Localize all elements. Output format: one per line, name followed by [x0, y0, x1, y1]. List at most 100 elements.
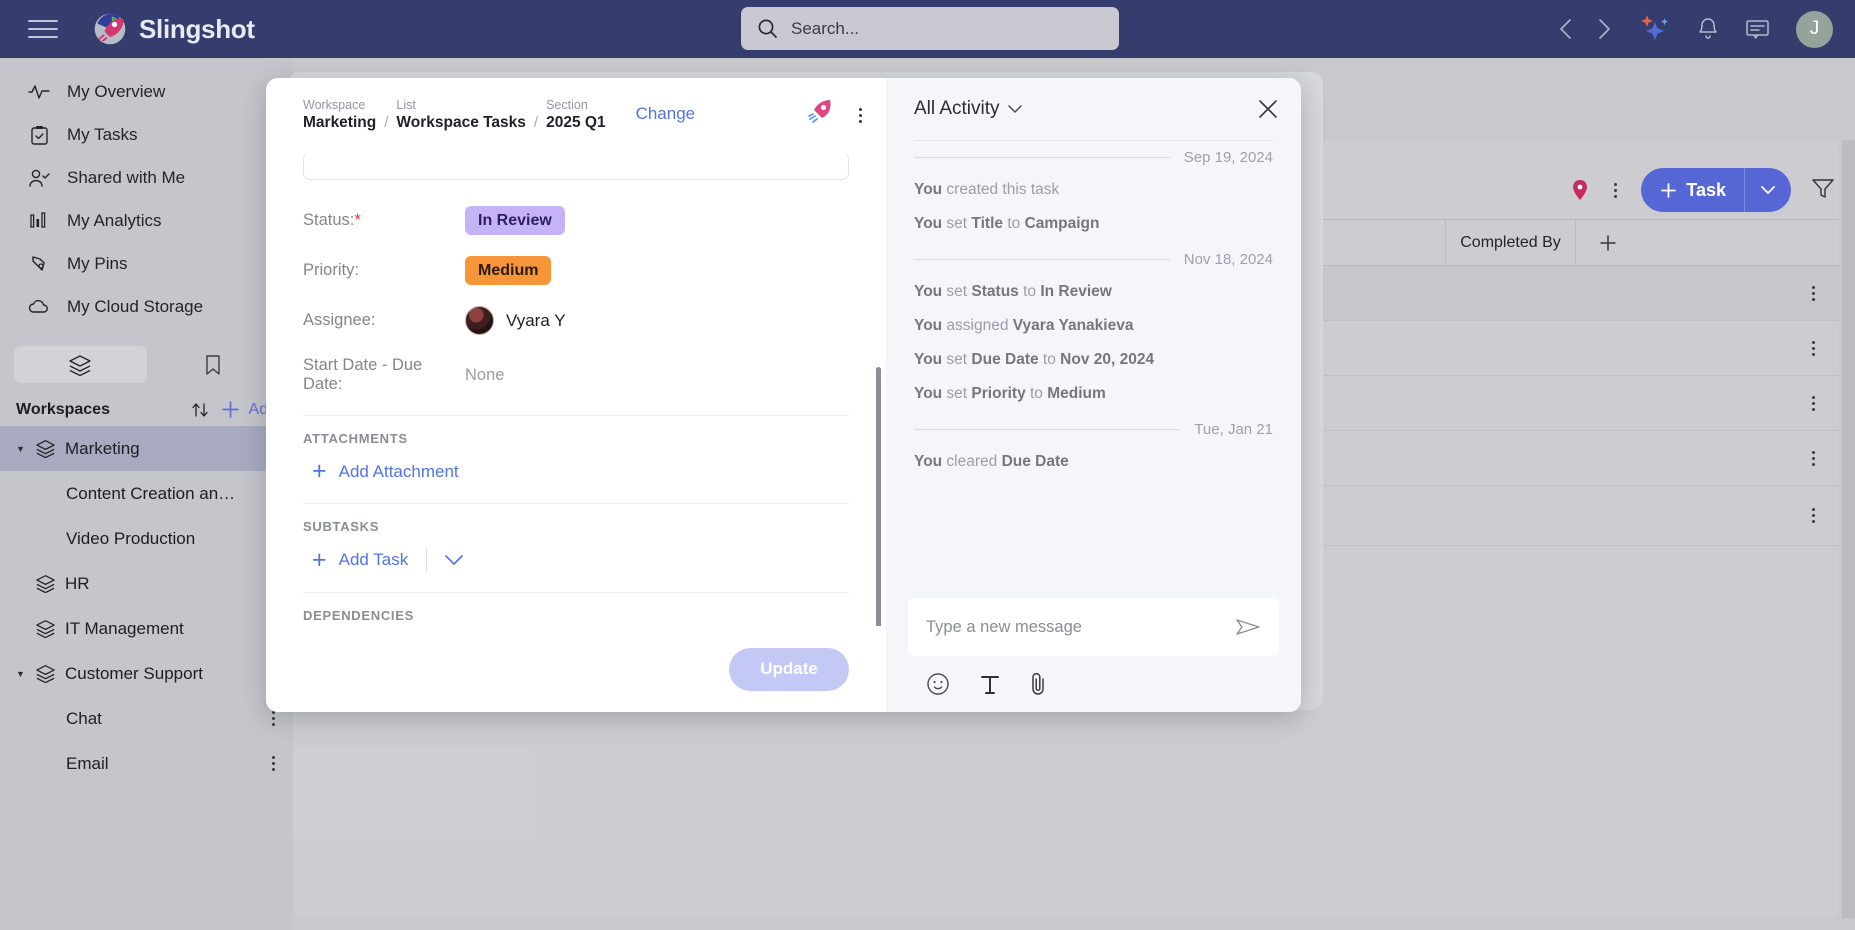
priority-badge[interactable]: Medium [465, 256, 552, 285]
sidebar-item-shared-with-me[interactable]: Shared with Me [0, 156, 293, 199]
breadcrumb-section[interactable]: Section 2025 Q1 [546, 98, 605, 132]
section-title: SUBTASKS [303, 519, 380, 534]
sidebar-item-marketing[interactable]: ▼ Marketing [0, 426, 293, 471]
dates-label: Start Date - Due Date: [303, 356, 423, 393]
ai-sparkle-icon[interactable] [1637, 14, 1671, 44]
message-placeholder[interactable]: Type a new message [926, 618, 1235, 637]
chevron-down-icon [1007, 104, 1022, 113]
workspace-label: Customer Support [65, 663, 203, 683]
assignee-label: Assignee: [303, 311, 376, 329]
pin-marker-icon[interactable] [1570, 179, 1590, 201]
workspace-label: IT Management [65, 618, 184, 638]
activity-date: Nov 18, 2024 [1183, 250, 1273, 268]
sidebar-item-it-management[interactable]: IT Management [0, 606, 293, 651]
bar-chart-icon [28, 211, 50, 230]
sidebar-item-my-tasks[interactable]: My Tasks [0, 113, 293, 156]
hamburger-icon[interactable] [28, 14, 58, 44]
sidebar-item-my-overview[interactable]: My Overview [0, 70, 293, 113]
row-more-icon[interactable] [1808, 392, 1819, 415]
assignee-name: Vyara Y [506, 310, 566, 330]
sidebar-item-chat[interactable]: Chat [0, 696, 293, 741]
list-label: Chat [66, 708, 102, 728]
bell-icon[interactable] [1697, 17, 1719, 41]
activity-date-divider: Sep 19, 2024 [914, 149, 1273, 166]
avatar[interactable]: J [1796, 10, 1833, 48]
row-more-icon[interactable] [1808, 337, 1819, 360]
update-button[interactable]: Update [729, 647, 849, 691]
row-more-icon[interactable] [1808, 447, 1819, 470]
layers-icon [35, 664, 56, 683]
activity-entry: You cleared Due Date [914, 452, 1069, 470]
change-button[interactable]: Change [636, 104, 696, 126]
activity-date-divider: Nov 18, 2024 [914, 251, 1273, 268]
add-task-dropdown[interactable] [1745, 185, 1791, 195]
sidebar-item-customer-support[interactable]: ▼ Customer Support [0, 651, 293, 696]
close-icon[interactable] [1257, 98, 1279, 120]
send-icon[interactable] [1235, 616, 1261, 638]
funnel-filter-icon[interactable] [1811, 177, 1835, 204]
sidebar-item-my-analytics[interactable]: My Analytics [0, 199, 293, 242]
sidebar-item-email[interactable]: Email [0, 741, 293, 786]
description-field[interactable] [303, 152, 849, 180]
activity-entry: You set Due Date to Nov 20, 2024 [914, 350, 1155, 368]
activity-feed: Sep 19, 2024 You created this task You s… [886, 141, 1301, 598]
tab-workspaces[interactable] [14, 346, 147, 383]
plus-icon: + [312, 457, 327, 485]
forward-chevron-icon[interactable] [1598, 18, 1611, 40]
message-composer[interactable]: Type a new message [908, 598, 1279, 656]
sidebar-label: My Analytics [67, 210, 162, 230]
back-chevron-icon[interactable] [1559, 18, 1572, 40]
chevron-down-icon[interactable]: ▼ [16, 444, 26, 454]
activity-entry: You set Title to Campaign [914, 214, 1100, 232]
sidebar-item-video-production[interactable]: Video Production [0, 516, 293, 561]
add-attachment-button[interactable]: + Add Attachment [303, 459, 459, 484]
sidebar-label: Shared with Me [67, 167, 186, 187]
workspaces-header: Workspaces Add [16, 399, 277, 420]
background-more-menu[interactable] [1610, 179, 1621, 202]
breadcrumb: Workspace Marketing / List Workspace Tas… [303, 98, 606, 132]
sort-arrows-icon[interactable] [190, 400, 212, 420]
top-bar-actions: J [1559, 0, 1833, 58]
subtask-options-chevron-down-icon[interactable] [445, 554, 464, 566]
workspaces-title: Workspaces [16, 400, 110, 418]
bg-add-column-icon[interactable] [1575, 220, 1639, 265]
background-vertical-scrollbar[interactable] [1842, 140, 1855, 918]
activity-pane: All Activity Sep 19, 2024 You created th… [886, 78, 1301, 712]
add-task-button[interactable]: + Add Task [303, 547, 408, 573]
sidebar-item-content-creation[interactable]: Content Creation an… [0, 471, 293, 516]
sidebar-item-my-cloud-storage[interactable]: My Cloud Storage [0, 285, 293, 328]
row-more-icon[interactable] [1808, 282, 1819, 305]
add-workspace-icon[interactable] [220, 399, 241, 420]
rocket-icon[interactable] [803, 99, 833, 132]
emoji-icon[interactable] [926, 672, 950, 696]
activity-filter-dropdown[interactable]: All Activity [914, 98, 1022, 120]
chevron-down-icon[interactable]: ▼ [16, 669, 26, 679]
chat-icon[interactable] [1745, 18, 1770, 41]
sidebar-item-my-pins[interactable]: My Pins [0, 242, 293, 285]
sidebar: My Overview My Tasks Shared with Me My A… [0, 58, 293, 930]
modal-vertical-scrollbar[interactable] [876, 367, 881, 626]
search-input[interactable]: Search... [741, 7, 1119, 50]
breadcrumb-workspace[interactable]: Workspace Marketing [303, 98, 376, 132]
field-priority: Priority: Medium [303, 256, 849, 285]
sidebar-item-hr[interactable]: HR [0, 561, 293, 606]
tab-bookmarks[interactable] [147, 346, 280, 383]
brand[interactable]: Slingshot [92, 11, 255, 47]
activity-entry: You created this task [914, 181, 1060, 198]
list-label: Video Production [66, 528, 196, 548]
list-more-icon[interactable] [268, 752, 279, 775]
status-badge[interactable]: In Review [465, 206, 565, 235]
breadcrumb-list[interactable]: List Workspace Tasks [396, 98, 526, 132]
cloud-icon [28, 299, 50, 314]
assignee-value[interactable]: Vyara Y [465, 306, 566, 335]
field-dates: Start Date - Due Date: None [303, 356, 849, 394]
section-title: DEPENDENCIES [303, 608, 414, 623]
section-attachments: ATTACHMENTS + Add Attachment [303, 415, 849, 484]
attachment-paperclip-icon[interactable] [1030, 671, 1048, 697]
task-more-menu[interactable] [855, 104, 866, 127]
dates-value[interactable]: None [465, 366, 504, 385]
add-task-button[interactable]: Task [1641, 168, 1791, 212]
workspace-label: HR [65, 573, 90, 593]
row-more-icon[interactable] [1808, 504, 1819, 527]
text-format-icon[interactable] [980, 673, 1000, 695]
